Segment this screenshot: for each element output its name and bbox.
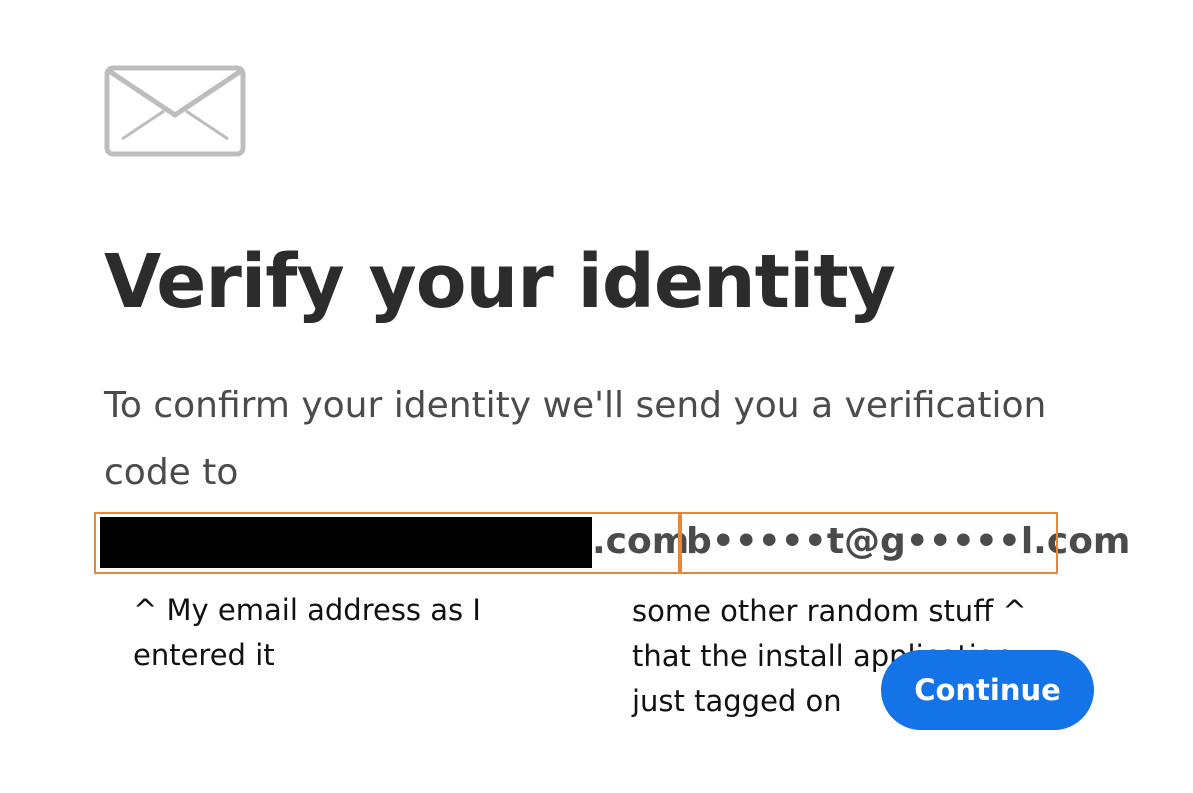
annotation-box-extra-text (678, 512, 1058, 574)
annotation-note-entered-email: ^ My email address as I entered it (133, 593, 481, 672)
annotation-box-entered-email (94, 512, 682, 574)
email-address-line: .com b•••••t@g•••••l.com (0, 508, 1193, 574)
envelope-icon (104, 65, 246, 157)
verification-description: To confirm your identity we'll send you … (104, 385, 1047, 493)
page-title: Verify your identity (104, 239, 896, 325)
continue-button[interactable]: Continue (881, 650, 1094, 730)
